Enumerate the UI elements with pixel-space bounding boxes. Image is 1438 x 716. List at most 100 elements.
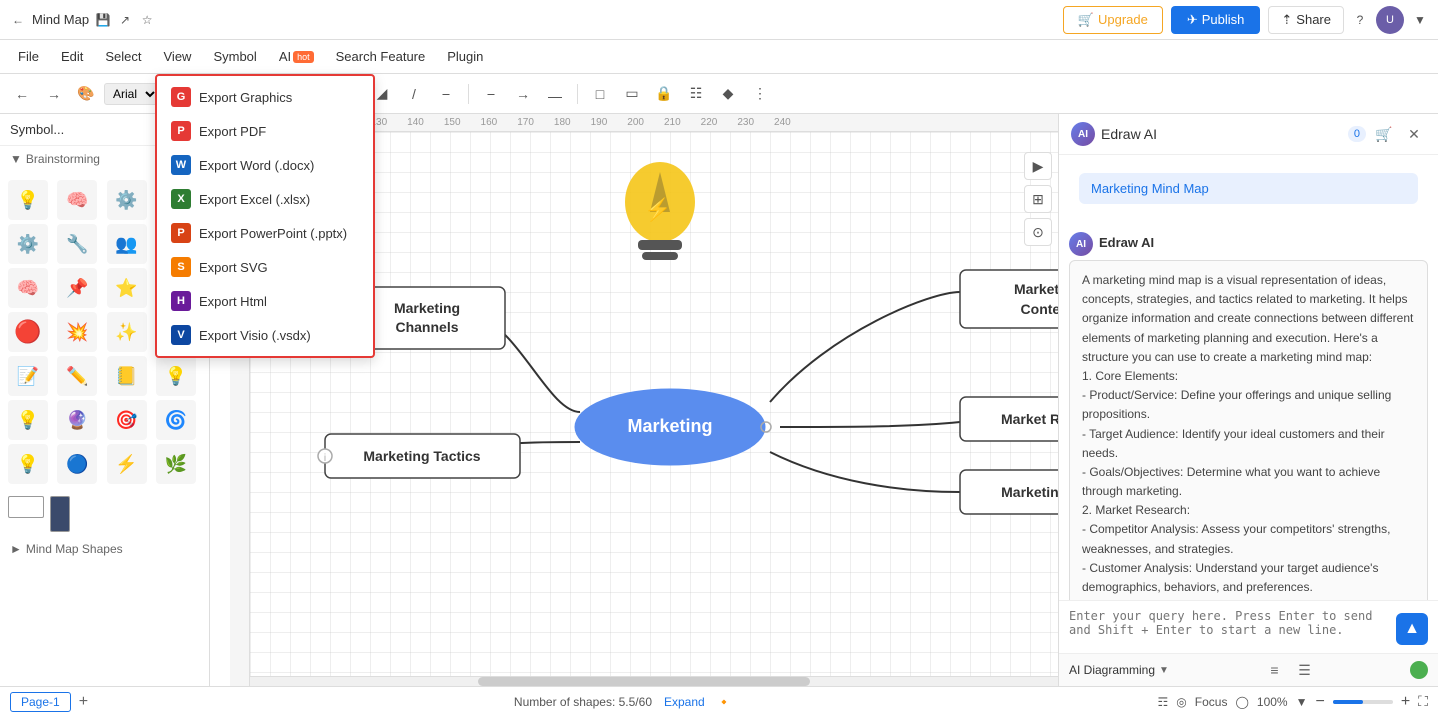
page-tab[interactable]: Page-1 xyxy=(10,692,71,712)
rect-button[interactable]: □ xyxy=(586,80,614,108)
bottom-center: Number of shapes: 5.5/60 Expand 🔸 xyxy=(514,695,732,709)
ai-tool-icon2[interactable]: ☰ xyxy=(1292,658,1316,682)
menu-ai[interactable]: AI hot xyxy=(269,45,324,68)
add-page-button[interactable]: + xyxy=(79,693,88,711)
lock-button[interactable]: 🔒 xyxy=(650,80,678,108)
connector-button[interactable]: ⎯ xyxy=(432,80,460,108)
export-html-icon: H xyxy=(171,291,191,311)
help-icon[interactable]: ? xyxy=(1352,12,1368,28)
right-tool-apps[interactable]: ⊙ xyxy=(1024,218,1052,246)
sidebar-item-pin[interactable]: 📌 xyxy=(57,268,97,308)
sidebar-item-globe[interactable]: 🔮 xyxy=(57,400,97,440)
sidebar-item-list[interactable]: 📝 xyxy=(8,356,48,396)
export-graphics-item[interactable]: G Export Graphics xyxy=(157,80,373,114)
ai-text-input[interactable] xyxy=(1069,609,1390,645)
menu-view[interactable]: View xyxy=(154,45,202,68)
sidebar-item-red[interactable]: 🔴 xyxy=(8,312,48,352)
export-icon[interactable]: ↗ xyxy=(117,12,133,28)
sidebar-item-brain2[interactable]: 🧠 xyxy=(8,268,48,308)
redo-button[interactable]: → xyxy=(40,80,68,108)
shape-rect-dark[interactable] xyxy=(50,496,70,532)
sidebar-item-cog[interactable]: ⚙️ xyxy=(8,224,48,264)
export-ppt-item[interactable]: P Export PowerPoint (.pptx) xyxy=(157,216,373,250)
focus-label[interactable]: Focus xyxy=(1195,695,1228,709)
sidebar-item-blue[interactable]: 🔵 xyxy=(57,444,97,484)
menu-plugin[interactable]: Plugin xyxy=(437,45,493,68)
export-svg-item[interactable]: S Export SVG xyxy=(157,250,373,284)
menu-edit[interactable]: Edit xyxy=(51,45,93,68)
publish-button[interactable]: ✈ Publish xyxy=(1171,6,1261,34)
chevron-down-icon[interactable]: ▼ xyxy=(1412,12,1428,28)
sidebar-item-target[interactable]: 🎯 xyxy=(107,400,147,440)
undo-button[interactable]: ← xyxy=(8,80,36,108)
share-button[interactable]: ⇡ Share xyxy=(1268,6,1344,34)
dash-button[interactable]: ⎼ xyxy=(541,80,569,108)
sidebar-item-notepad[interactable]: 📒 xyxy=(107,356,147,396)
sidebar-item-leaf[interactable]: 🌿 xyxy=(156,444,196,484)
arrow-button[interactable]: → xyxy=(509,80,537,108)
more-button[interactable]: ⋮ xyxy=(746,80,774,108)
line-style-button[interactable]: ⎯ xyxy=(477,80,505,108)
right-tool-grid[interactable]: ⊞ xyxy=(1024,185,1052,213)
sidebar-item-pencil[interactable]: ✏️ xyxy=(57,356,97,396)
svg-text:⚡: ⚡ xyxy=(644,197,671,223)
menu-file[interactable]: File xyxy=(8,45,49,68)
ai-diagramming-select[interactable]: AI Diagramming ▼ xyxy=(1069,663,1169,677)
avatar[interactable]: U xyxy=(1376,6,1404,34)
zoom-out-button[interactable]: − xyxy=(1315,693,1324,711)
h-scrollbar-thumb[interactable] xyxy=(478,677,809,686)
zoom-bar xyxy=(1333,700,1393,704)
export-excel-item[interactable]: X Export Excel (.xlsx) xyxy=(157,182,373,216)
export-graphics-icon: G xyxy=(171,87,191,107)
lightbulb-group: ⚡ xyxy=(625,162,695,260)
sidebar-item-lightning[interactable]: ⚡ xyxy=(107,444,147,484)
focus-icon[interactable]: ◎ xyxy=(1176,695,1186,709)
ai-close-icon[interactable]: ✕ xyxy=(1402,122,1426,146)
sidebar-item-bulb4[interactable]: 💡 xyxy=(8,444,48,484)
sidebar-item-bulb2[interactable]: 💡 xyxy=(156,356,196,396)
zoom-chevron[interactable]: ▼ xyxy=(1296,695,1308,709)
sidebar-item-people[interactable]: 👥 xyxy=(107,224,147,264)
upgrade-button[interactable]: 🛒 Upgrade xyxy=(1063,6,1163,34)
export-html-item[interactable]: H Export Html xyxy=(157,284,373,318)
theme-button[interactable]: 🎨 xyxy=(72,80,100,108)
export-pdf-item[interactable]: P Export PDF xyxy=(157,114,373,148)
sidebar-item-sparkle[interactable]: ✨ xyxy=(107,312,147,352)
star-icon[interactable]: ☆ xyxy=(139,12,155,28)
sidebar-item-star[interactable]: ⭐ xyxy=(107,268,147,308)
mind-map-shapes-section[interactable]: ► Mind Map Shapes xyxy=(0,536,209,562)
expand-button[interactable]: Expand xyxy=(664,695,705,709)
rounded-button[interactable]: ▭ xyxy=(618,80,646,108)
menu-symbol[interactable]: Symbol xyxy=(203,45,266,68)
sidebar-item-lightbulb[interactable]: 💡 xyxy=(8,180,48,220)
sidebar-item-gear[interactable]: ⚙️ xyxy=(107,180,147,220)
ai-suggestion-chip[interactable]: Marketing Mind Map xyxy=(1079,173,1418,204)
sidebar-item-burst[interactable]: 💥 xyxy=(57,312,97,352)
sidebar-item-tool[interactable]: 🔧 xyxy=(57,224,97,264)
shape-rect[interactable] xyxy=(8,496,44,518)
layers-icon[interactable]: ☶ xyxy=(1158,695,1169,709)
fullscreen-button[interactable]: ⛶ xyxy=(1418,693,1428,710)
h-scrollbar[interactable] xyxy=(230,676,1058,686)
right-tool-arrow[interactable]: ▶ xyxy=(1024,152,1052,180)
save-icon[interactable]: 💾 xyxy=(95,12,111,28)
stroke-button[interactable]: / xyxy=(400,80,428,108)
title-bar-right: 🛒 Upgrade ✈ Publish ⇡ Share ? U ▼ xyxy=(1063,6,1428,34)
ai-tool-icon1[interactable]: ≡ xyxy=(1262,658,1286,682)
ai-cart-icon[interactable]: 🛒 xyxy=(1372,122,1396,146)
sidebar-item-swirl[interactable]: 🌀 xyxy=(156,400,196,440)
shape-button[interactable]: ◆ xyxy=(714,80,742,108)
ai-input-area: ▲ xyxy=(1059,600,1438,653)
ai-chat-area[interactable]: AI Edraw AI A marketing mind map is a vi… xyxy=(1059,222,1438,600)
zoom-in-button[interactable]: + xyxy=(1401,693,1410,711)
font-selector[interactable]: Arial xyxy=(104,83,159,105)
sidebar-item-brain[interactable]: 🧠 xyxy=(57,180,97,220)
back-icon[interactable]: ← xyxy=(10,12,26,28)
menu-select[interactable]: Select xyxy=(95,45,151,68)
ai-send-button[interactable]: ▲ xyxy=(1396,613,1428,645)
group-button[interactable]: ☷ xyxy=(682,80,710,108)
export-visio-item[interactable]: V Export Visio (.vsdx) xyxy=(157,318,373,352)
export-word-item[interactable]: W Export Word (.docx) xyxy=(157,148,373,182)
sidebar-item-bulb3[interactable]: 💡 xyxy=(8,400,48,440)
menu-search-feature[interactable]: Search Feature xyxy=(326,45,436,68)
